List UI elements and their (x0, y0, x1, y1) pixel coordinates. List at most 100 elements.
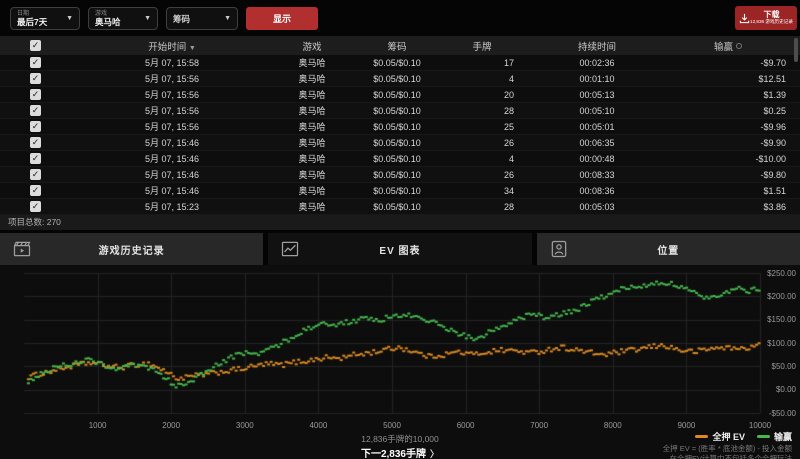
cell-hands: 4 (442, 154, 522, 164)
table-row[interactable]: ✓5月 07, 15:56奥马哈$0.05/$0.10400:01:10$12.… (0, 71, 800, 87)
table-row[interactable]: ✓5月 07, 15:23奥马哈$0.05/$0.102800:05:03$3.… (0, 199, 800, 215)
cell-start-time: 5月 07, 15:46 (72, 136, 272, 149)
tab-label: 游戏历史记录 (99, 242, 165, 257)
table-header: ✓ 开始时间 ▼ 游戏 筹码 手牌 持续时间 输赢 (0, 36, 800, 55)
cell-duration: 00:08:33 (522, 170, 672, 180)
row-checkbox[interactable]: ✓ (30, 105, 41, 116)
y-tick-label: -$50.00 (756, 409, 796, 418)
table-scrollbar[interactable] (794, 38, 798, 62)
legend-item-winloss[interactable]: 输赢 (757, 430, 792, 443)
chevron-down-icon: ▼ (66, 15, 73, 22)
table-row[interactable]: ✓5月 07, 15:56奥马哈$0.05/$0.102500:05:01-$9… (0, 119, 800, 135)
y-tick-label: $200.00 (756, 292, 796, 301)
column-header-hands[interactable]: 手牌 (442, 39, 522, 53)
show-button[interactable]: 显示 (246, 7, 318, 30)
row-checkbox[interactable]: ✓ (30, 89, 41, 100)
tab-bar: 游戏历史记录 EV 图表 位置 (0, 233, 800, 265)
row-checkbox[interactable]: ✓ (30, 137, 41, 148)
cell-duration: 00:06:35 (522, 138, 672, 148)
download-button-title: 下载 (750, 11, 793, 19)
cell-duration: 00:05:10 (522, 106, 672, 116)
x-tick-label: 7000 (521, 421, 557, 430)
cell-stakes: $0.05/$0.10 (352, 106, 442, 116)
cell-stakes: $0.05/$0.10 (352, 202, 442, 212)
cell-stakes: $0.05/$0.10 (352, 90, 442, 100)
ev-chart-panel: 1000200030004000500060007000800090001000… (0, 265, 800, 459)
tab-game-history[interactable]: 游戏历史记录 (0, 233, 263, 265)
x-tick-label: 8000 (595, 421, 631, 430)
row-checkbox[interactable]: ✓ (30, 201, 41, 212)
cell-stakes: $0.05/$0.10 (352, 58, 442, 68)
game-filter-label: 游戏 (95, 11, 139, 17)
table-row[interactable]: ✓5月 07, 15:46奥马哈$0.05/$0.102600:08:33-$9… (0, 167, 800, 183)
select-all-checkbox[interactable]: ✓ (30, 40, 41, 51)
ev-chart-canvas[interactable] (0, 267, 800, 419)
table-row[interactable]: ✓5月 07, 15:56奥马哈$0.05/$0.102000:05:13$1.… (0, 87, 800, 103)
cell-hands: 17 (442, 58, 522, 68)
tab-positions[interactable]: 位置 (537, 233, 800, 265)
cell-game: 奥马哈 (272, 184, 352, 197)
cell-duration: 00:00:48 (522, 154, 672, 164)
download-button-subtitle: 12,836 游戏历史记录 (750, 20, 793, 25)
table-row[interactable]: ✓5月 07, 15:56奥马哈$0.05/$0.102800:05:10$0.… (0, 103, 800, 119)
table-row[interactable]: ✓5月 07, 15:46奥马哈$0.05/$0.10400:00:48-$10… (0, 151, 800, 167)
legend-dash-green (757, 435, 770, 438)
cell-hands: 26 (442, 138, 522, 148)
column-header-start-time[interactable]: 开始时间 ▼ (72, 39, 272, 53)
chart-legend: 全押 EV 输赢 (695, 430, 792, 443)
cell-game: 奥马哈 (272, 56, 352, 69)
line-chart-icon (280, 239, 300, 259)
y-tick-label: $100.00 (756, 339, 796, 348)
row-checkbox[interactable]: ✓ (30, 121, 41, 132)
clapperboard-icon (12, 239, 32, 259)
cell-game: 奥马哈 (272, 104, 352, 117)
table-row[interactable]: ✓5月 07, 15:58奥马哈$0.05/$0.101700:02:36-$9… (0, 55, 800, 71)
column-header-winloss[interactable]: 输赢 (672, 39, 800, 53)
column-header-game[interactable]: 游戏 (272, 39, 352, 53)
cell-duration: 00:05:01 (522, 122, 672, 132)
filter-bar: 日期 最后7天 ▼ 游戏 奥马哈 ▼ 筹码 ▼ 显示 下载 12,836 游戏历… (0, 0, 800, 36)
tab-label: EV 图表 (379, 242, 420, 257)
cell-start-time: 5月 07, 15:58 (72, 56, 272, 69)
row-checkbox[interactable]: ✓ (30, 73, 41, 84)
stakes-filter-label: 筹码 (173, 13, 219, 25)
cell-start-time: 5月 07, 15:56 (72, 104, 272, 117)
cell-game: 奥马哈 (272, 88, 352, 101)
legend-item-allin-ev[interactable]: 全押 EV (695, 430, 745, 443)
cell-stakes: $0.05/$0.10 (352, 138, 442, 148)
game-filter-value: 奥马哈 (95, 18, 139, 27)
cell-start-time: 5月 07, 15:23 (72, 200, 272, 213)
date-filter-dropdown[interactable]: 日期 最后7天 ▼ (10, 7, 80, 30)
cell-stakes: $0.05/$0.10 (352, 74, 442, 84)
chevron-down-icon: ▼ (144, 15, 151, 22)
y-tick-label: $50.00 (756, 362, 796, 371)
cell-winloss: $1.51 (672, 186, 800, 196)
table-row[interactable]: ✓5月 07, 15:46奥马哈$0.05/$0.103400:08:36$1.… (0, 183, 800, 199)
column-header-duration[interactable]: 持续时间 (522, 39, 672, 53)
cell-game: 奥马哈 (272, 200, 352, 213)
date-filter-value: 最后7天 (17, 18, 61, 27)
tab-ev-graph[interactable]: EV 图表 (268, 233, 531, 265)
cell-start-time: 5月 07, 15:56 (72, 120, 272, 133)
game-filter-dropdown[interactable]: 游戏 奥马哈 ▼ (88, 7, 158, 30)
row-checkbox[interactable]: ✓ (30, 169, 41, 180)
stakes-filter-dropdown[interactable]: 筹码 ▼ (166, 7, 238, 30)
cell-start-time: 5月 07, 15:46 (72, 152, 272, 165)
cell-duration: 00:08:36 (522, 186, 672, 196)
row-checkbox[interactable]: ✓ (30, 57, 41, 68)
x-tick-label: 5000 (374, 421, 410, 430)
legend-label: 输赢 (774, 430, 792, 443)
x-tick-label: 2000 (153, 421, 189, 430)
cell-duration: 00:05:03 (522, 202, 672, 212)
table-row[interactable]: ✓5月 07, 15:46奥马哈$0.05/$0.102600:06:35-$9… (0, 135, 800, 151)
cell-winloss: -$9.96 (672, 122, 800, 132)
download-button[interactable]: 下载 12,836 游戏历史记录 (735, 6, 797, 30)
row-checkbox[interactable]: ✓ (30, 153, 41, 164)
cell-start-time: 5月 07, 15:46 (72, 184, 272, 197)
cell-start-time: 5月 07, 15:56 (72, 72, 272, 85)
cell-winloss: $0.25 (672, 106, 800, 116)
cell-start-time: 5月 07, 15:56 (72, 88, 272, 101)
row-checkbox[interactable]: ✓ (30, 185, 41, 196)
cell-game: 奥马哈 (272, 136, 352, 149)
column-header-stakes[interactable]: 筹码 (352, 39, 442, 53)
